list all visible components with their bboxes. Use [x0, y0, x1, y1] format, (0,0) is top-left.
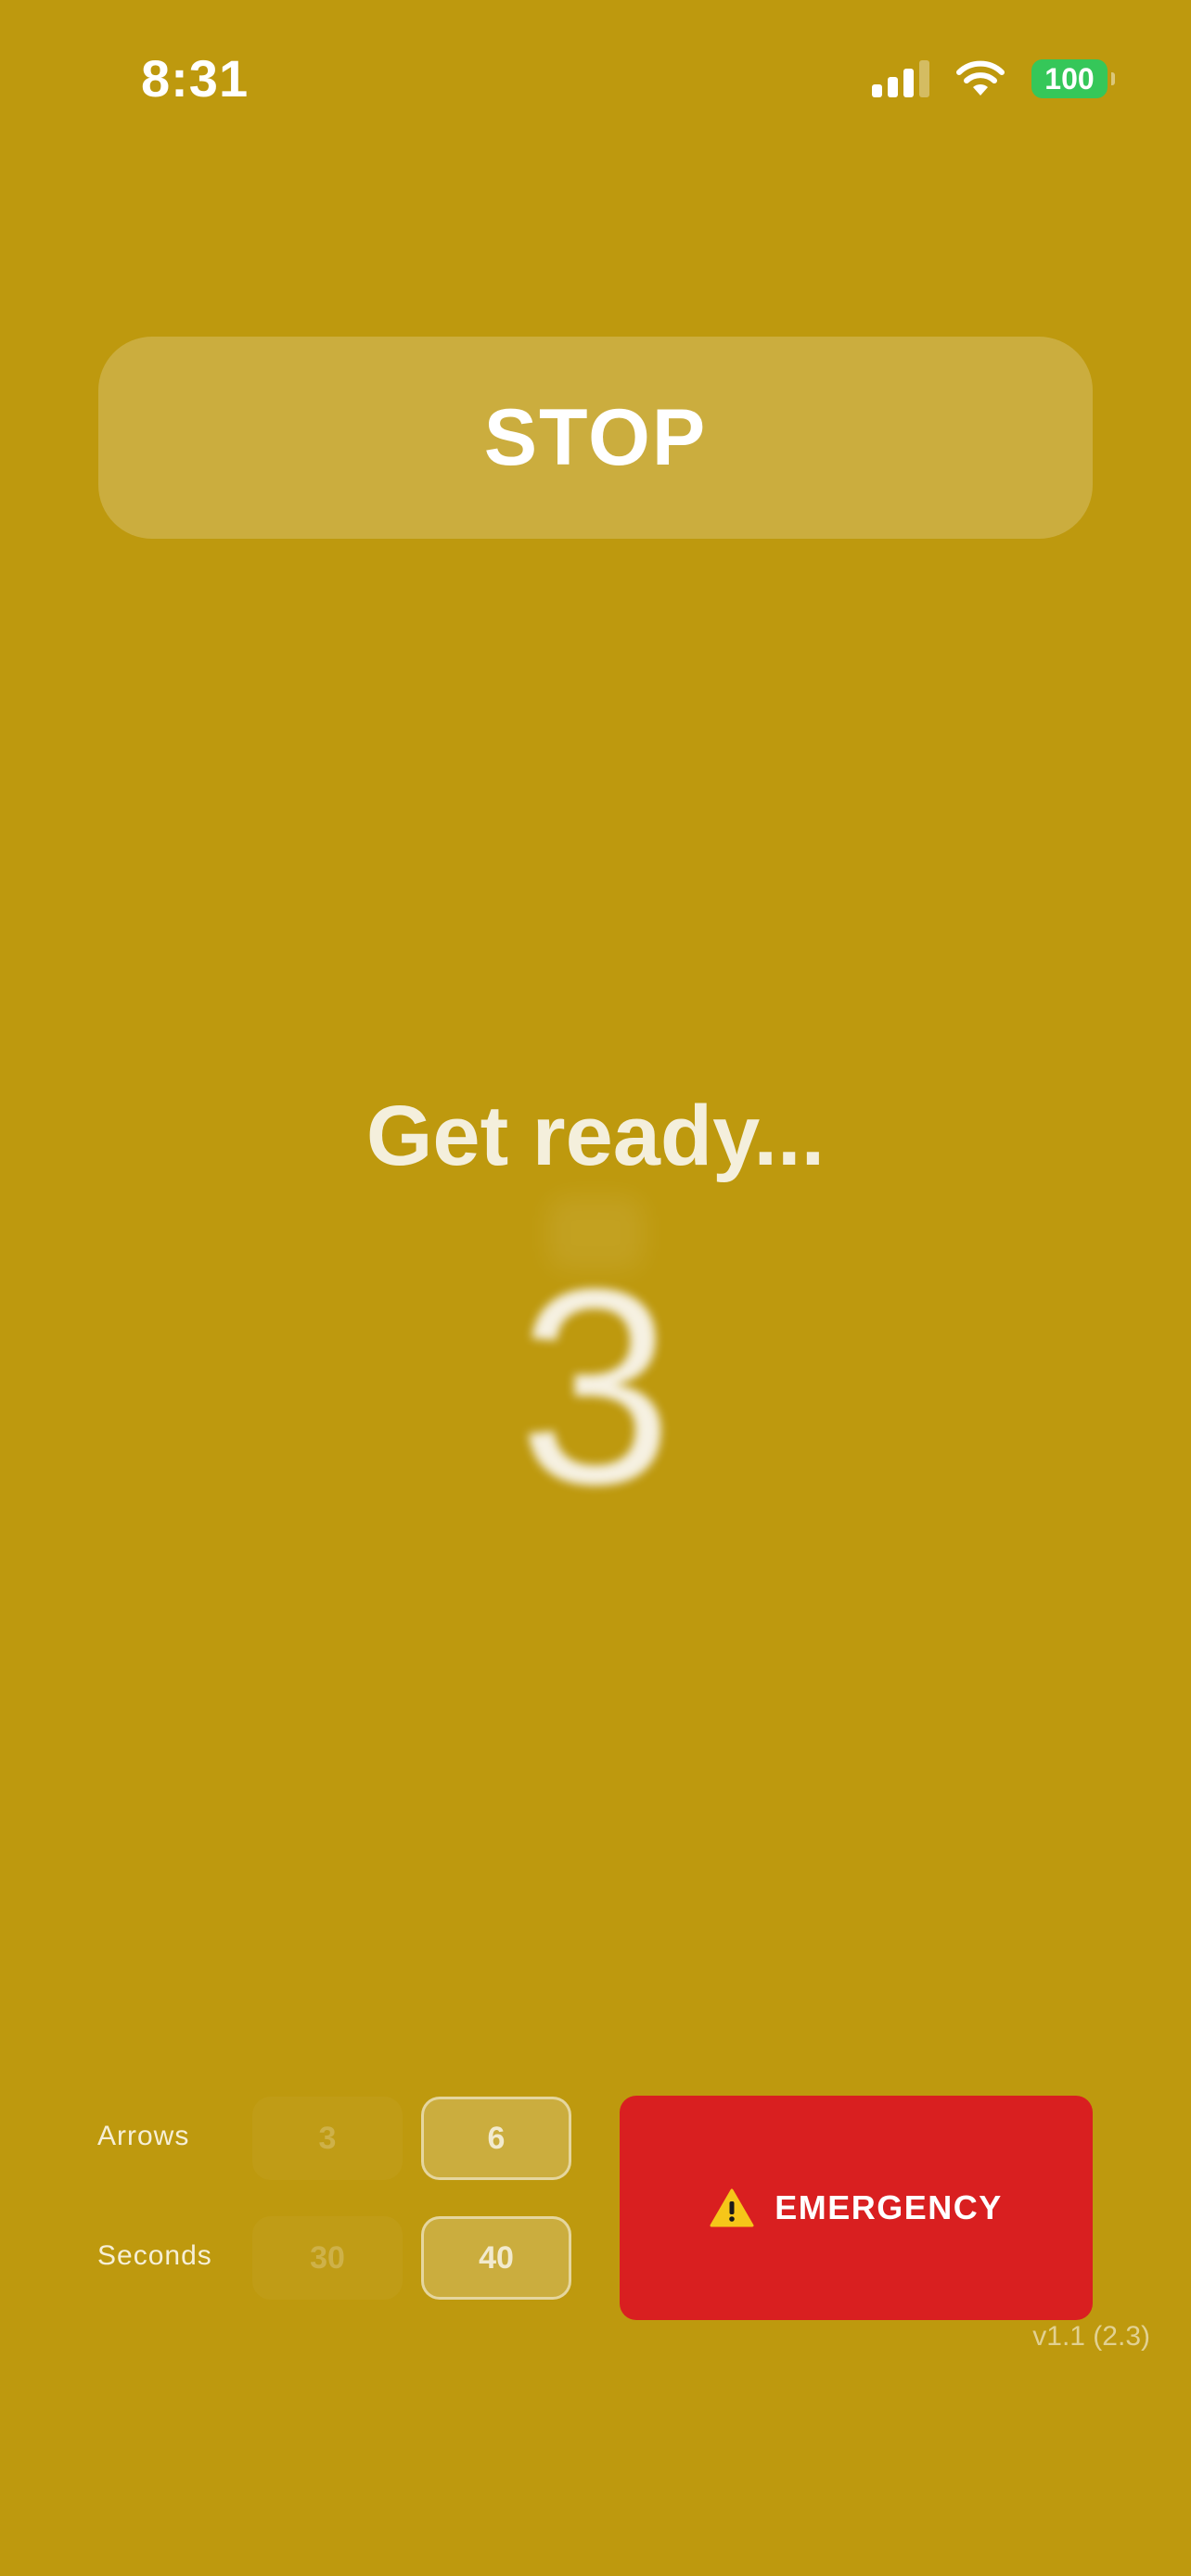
- wifi-icon: [956, 60, 1005, 96]
- seconds-option-40[interactable]: 40: [421, 2216, 571, 2300]
- arrows-option-3[interactable]: 3: [252, 2097, 403, 2180]
- arrows-label: Arrows: [97, 2121, 190, 2151]
- arrows-option-6[interactable]: 6: [421, 2097, 571, 2180]
- battery-icon: 100: [1031, 59, 1115, 98]
- emergency-button[interactable]: EMERGENCY: [620, 2096, 1093, 2320]
- status-time: 8:31: [141, 49, 250, 108]
- warning-icon: [710, 2188, 754, 2227]
- stop-button-label: STOP: [483, 392, 708, 482]
- status-bar: 8:31 100: [0, 0, 1191, 158]
- version-text: v1.1 (2.3): [1032, 2321, 1150, 2352]
- seconds-option-30[interactable]: 30: [252, 2216, 403, 2300]
- stop-button[interactable]: STOP: [98, 337, 1093, 539]
- status-icons: 100: [872, 56, 1115, 102]
- countdown-number: 3: [518, 1231, 673, 1542]
- get-ready-text: Get ready...: [365, 1089, 826, 1183]
- seconds-label: Seconds: [97, 2240, 212, 2271]
- emergency-button-label: EMERGENCY: [775, 2188, 1003, 2226]
- battery-level: 100: [1044, 61, 1095, 96]
- cellular-signal-icon: [872, 60, 929, 97]
